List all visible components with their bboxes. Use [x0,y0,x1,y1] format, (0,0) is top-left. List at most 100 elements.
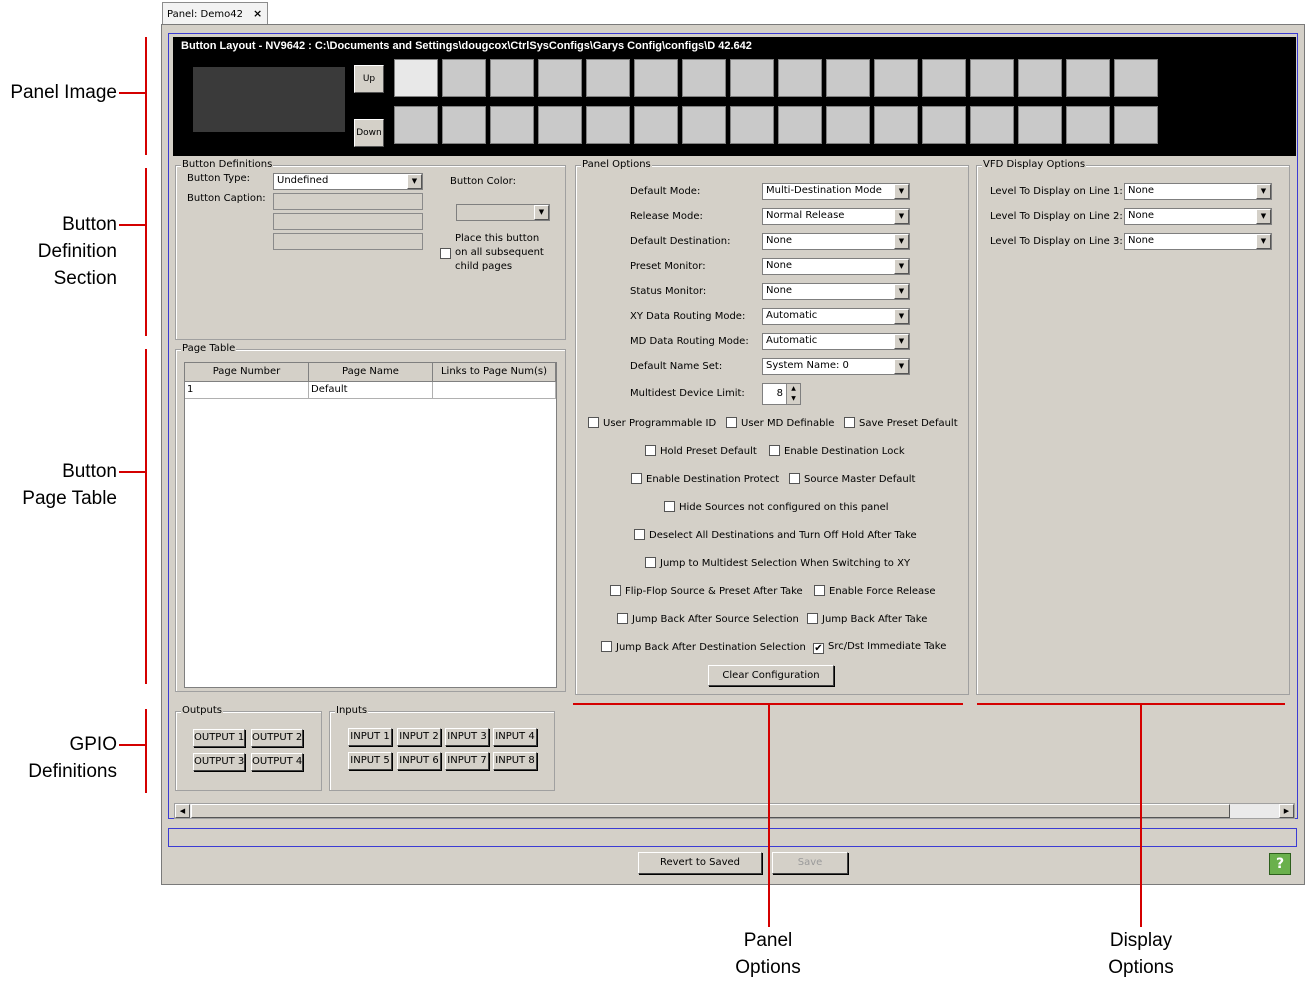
tab-panel-demo42[interactable]: Panel: Demo42 × [162,2,268,24]
save-button[interactable]: Save [772,852,848,874]
spin-up-icon[interactable]: ▲ [791,385,796,392]
panel-key-button[interactable] [1066,106,1110,144]
caption-line-3-input[interactable] [273,233,423,250]
output-3-button[interactable]: OUTPUT 3 [193,753,245,771]
output-2-button[interactable]: OUTPUT 2 [251,729,303,747]
input-7-button[interactable]: INPUT 7 [445,752,489,770]
checkbox[interactable] [807,613,818,624]
flip-flop-option[interactable]: Flip-Flop Source & Preset After Take [610,585,803,597]
checkbox[interactable] [631,473,642,484]
panel-key-button[interactable] [874,59,918,97]
place-on-child-pages-checkbox[interactable] [440,248,451,259]
table-cell-page-number[interactable]: 1 [185,382,309,399]
help-icon[interactable]: ? [1269,853,1291,875]
panel-key-button[interactable] [922,59,966,97]
checkbox[interactable] [726,417,737,428]
panel-key-button[interactable] [490,106,534,144]
panel-key-button[interactable] [730,106,774,144]
panel-key-button[interactable] [586,59,630,97]
panel-key-button[interactable] [442,106,486,144]
checkbox[interactable] [645,557,656,568]
panel-option-select[interactable]: Multi-Destination Mode ▼ [762,183,910,200]
panel-key-button[interactable] [778,59,822,97]
jump-back-destination-option[interactable]: Jump Back After Destination Selection [601,641,806,653]
panel-key-button[interactable] [538,59,582,97]
jump-back-take-option[interactable]: Jump Back After Take [807,613,927,625]
chevron-down-icon[interactable]: ▼ [534,205,549,220]
input-5-button[interactable]: INPUT 5 [348,752,392,770]
column-header-page-name[interactable]: Page Name [309,363,433,382]
page-up-button[interactable]: Up [354,65,384,93]
spin-buttons[interactable]: ▲ ▼ [786,384,800,404]
chevron-down-icon[interactable]: ▼ [1256,234,1271,249]
panel-key-button[interactable] [1114,106,1158,144]
panel-option-select[interactable]: None ▼ [762,258,910,275]
chevron-down-icon[interactable]: ▼ [894,209,909,224]
page-down-button[interactable]: Down [354,119,384,147]
chevron-down-icon[interactable]: ▼ [894,259,909,274]
input-6-button[interactable]: INPUT 6 [397,752,441,770]
chevron-down-icon[interactable]: ▼ [1256,209,1271,224]
panel-key-button[interactable] [634,106,678,144]
enable-destination-protect-option[interactable]: Enable Destination Protect [631,473,779,485]
panel-key-button[interactable] [1066,59,1110,97]
panel-option-select[interactable]: Normal Release ▼ [762,208,910,225]
deselect-all-option[interactable]: Deselect All Destinations and Turn Off H… [634,529,917,541]
output-4-button[interactable]: OUTPUT 4 [251,753,303,771]
panel-key-button[interactable] [970,106,1014,144]
checkbox[interactable] [601,641,612,652]
checkbox[interactable] [769,445,780,456]
panel-key-button[interactable] [1018,106,1062,144]
hide-sources-option[interactable]: Hide Sources not configured on this pane… [664,501,889,513]
checkbox[interactable] [617,613,628,624]
input-4-button[interactable]: INPUT 4 [493,728,537,746]
vfd-line-select[interactable]: None ▼ [1124,233,1272,250]
revert-to-saved-button[interactable]: Revert to Saved [638,852,762,874]
column-header-links[interactable]: Links to Page Num(s) [433,363,556,382]
checkbox-checked[interactable]: ✔ [813,643,824,654]
panel-key-button[interactable] [490,59,534,97]
panel-key-button[interactable] [1018,59,1062,97]
chevron-down-icon[interactable]: ▼ [894,284,909,299]
panel-key-button[interactable] [586,106,630,144]
chevron-down-icon[interactable]: ▼ [894,184,909,199]
panel-key-button[interactable] [682,106,726,144]
checkbox[interactable] [610,585,621,596]
panel-key-button[interactable] [874,106,918,144]
table-cell-links[interactable] [433,382,556,399]
chevron-down-icon[interactable]: ▼ [894,234,909,249]
checkbox[interactable] [844,417,855,428]
panel-key-button[interactable] [634,59,678,97]
output-1-button[interactable]: OUTPUT 1 [193,729,245,747]
clear-configuration-button[interactable]: Clear Configuration [708,665,834,686]
panel-option-select[interactable]: Automatic ▼ [762,333,910,350]
input-2-button[interactable]: INPUT 2 [397,728,441,746]
panel-option-select[interactable]: Automatic ▼ [762,308,910,325]
checkbox[interactable] [814,585,825,596]
checkbox[interactable] [789,473,800,484]
panel-key-button[interactable] [1114,59,1158,97]
panel-key-button[interactable] [826,106,870,144]
panel-key-button[interactable] [970,59,1014,97]
checkbox[interactable] [664,501,675,512]
save-preset-default-option[interactable]: Save Preset Default [844,417,958,429]
scroll-right-icon[interactable]: ▶ [1279,804,1294,818]
chevron-down-icon[interactable]: ▼ [1256,184,1271,199]
enable-destination-lock-option[interactable]: Enable Destination Lock [769,445,905,457]
panel-key-button[interactable] [442,59,486,97]
button-color-select[interactable]: ▼ [456,204,550,221]
checkbox[interactable] [634,529,645,540]
enable-force-release-option[interactable]: Enable Force Release [814,585,936,597]
panel-key-button[interactable] [394,106,438,144]
panel-key-button[interactable] [538,106,582,144]
immediate-take-option[interactable]: ✔ Src/Dst Immediate Take [813,641,946,654]
jump-back-source-option[interactable]: Jump Back After Source Selection [617,613,799,625]
panel-key-button[interactable] [826,59,870,97]
panel-key-button[interactable] [394,59,438,97]
vfd-line-select[interactable]: None ▼ [1124,183,1272,200]
panel-key-button[interactable] [922,106,966,144]
scroll-left-icon[interactable]: ◀ [175,804,190,818]
panel-key-button[interactable] [730,59,774,97]
panel-option-select[interactable]: None ▼ [762,283,910,300]
chevron-down-icon[interactable]: ▼ [894,309,909,324]
